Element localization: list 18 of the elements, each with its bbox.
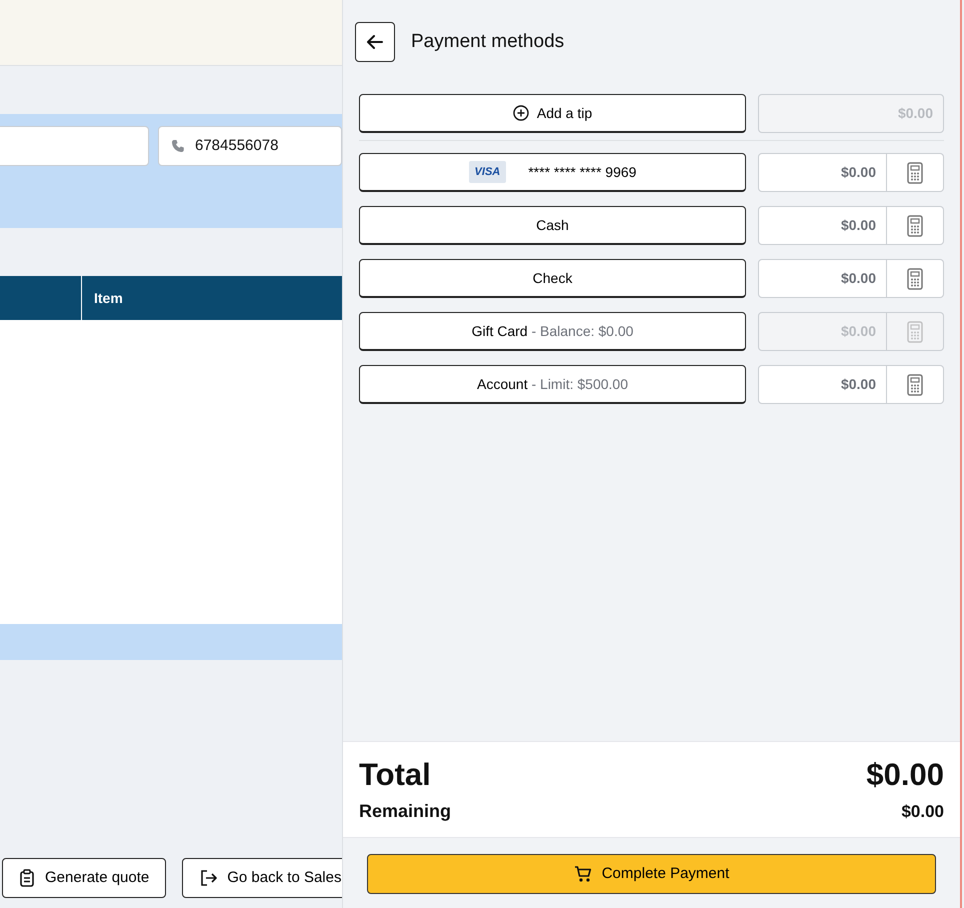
payment-method-button[interactable]: Account - Limit: $500.00 <box>359 365 746 404</box>
total-value: $0.00 <box>866 756 944 794</box>
payment-method-button[interactable]: Check <box>359 259 746 298</box>
amount-field[interactable]: $0.00 <box>758 365 887 404</box>
back-to-sales-button[interactable]: Go back to Sales <box>182 858 342 898</box>
remaining-value: $0.00 <box>901 800 944 823</box>
card-brand-logo: VISA <box>468 160 506 184</box>
amount-field[interactable]: $0.00 <box>758 259 887 298</box>
amount-field[interactable]: $0.00 <box>758 153 887 192</box>
complete-payment-button[interactable]: Complete Payment <box>367 854 936 894</box>
card-button[interactable]: VISA **** **** **** 9969 <box>359 153 746 192</box>
remaining-label: Remaining <box>359 800 452 823</box>
phone-field[interactable]: 6784556078 <box>158 126 342 166</box>
amount-field[interactable]: $0.00 <box>758 206 887 245</box>
payment-method-button[interactable]: Cash <box>359 206 746 245</box>
generate-quote-button[interactable]: Generate quote <box>2 858 166 898</box>
total-label: Total <box>359 756 431 794</box>
panel-title: Payment methods <box>411 30 564 54</box>
